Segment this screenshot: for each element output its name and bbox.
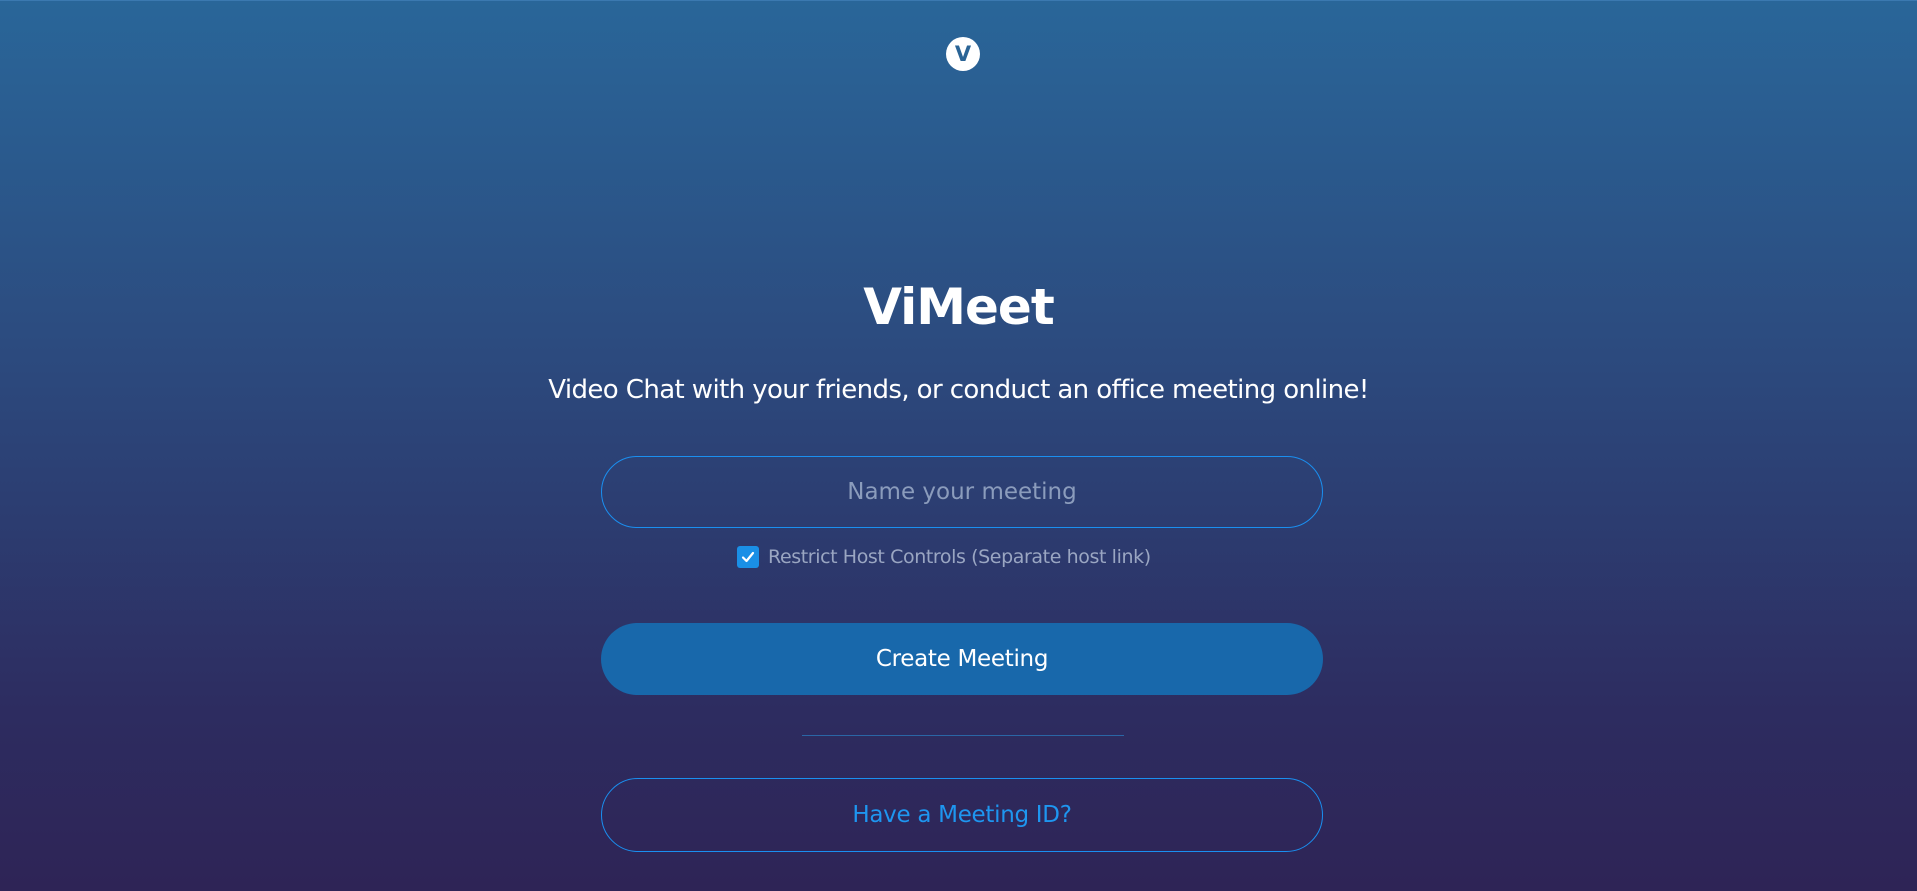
checkmark-icon	[741, 551, 755, 563]
create-meeting-button[interactable]: Create Meeting	[601, 623, 1323, 695]
logo-letter: V	[954, 42, 972, 66]
restrict-host-checkbox[interactable]	[737, 546, 759, 568]
have-meeting-id-button[interactable]: Have a Meeting ID?	[601, 778, 1323, 852]
section-divider	[802, 735, 1124, 736]
vimeet-logo-icon[interactable]: V	[946, 37, 980, 71]
restrict-host-controls-option[interactable]: Restrict Host Controls (Separate host li…	[737, 544, 1151, 570]
app-title: ViMeet	[863, 278, 1054, 336]
top-edge-line	[0, 0, 1917, 1]
app-tagline: Video Chat with your friends, or conduct…	[548, 375, 1369, 405]
meeting-name-input[interactable]	[601, 456, 1323, 528]
restrict-host-label: Restrict Host Controls (Separate host li…	[768, 546, 1151, 568]
